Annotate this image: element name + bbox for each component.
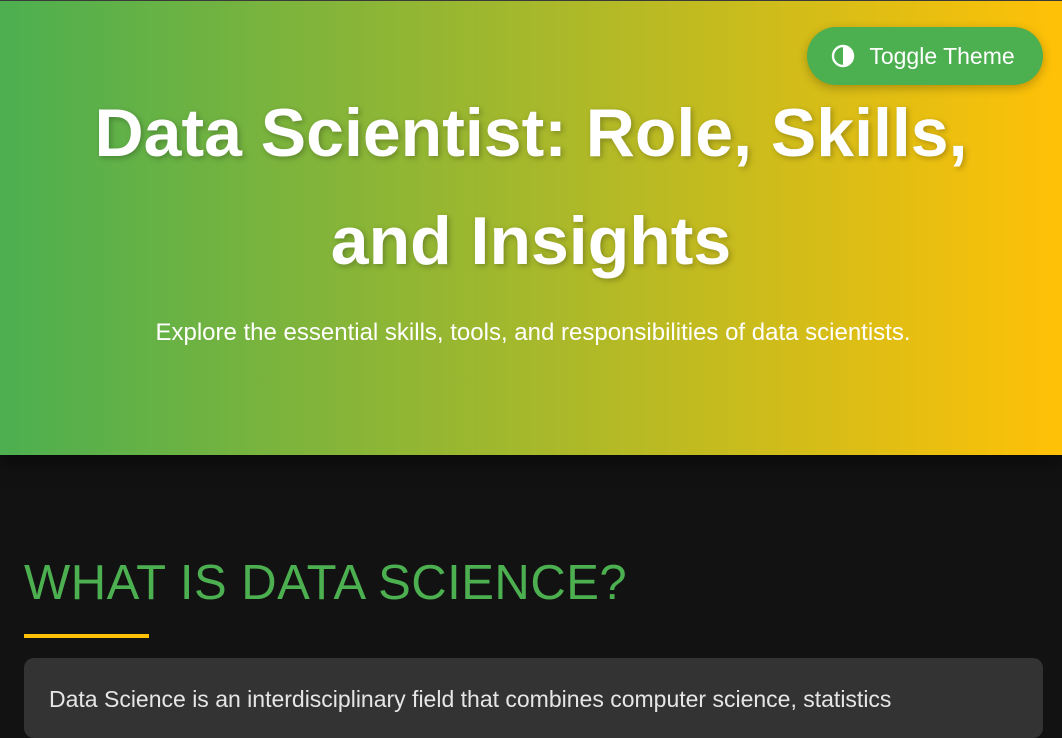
hero-header: Toggle Theme Data Scientist: Role, Skill… [0, 0, 1062, 455]
main-content: WHAT IS DATA SCIENCE? Data Science is an… [0, 455, 1062, 738]
contrast-icon [831, 44, 855, 68]
section-heading: WHAT IS DATA SCIENCE? [24, 556, 628, 610]
toggle-theme-label: Toggle Theme [869, 42, 1015, 69]
page-title: Data Scientist: Role, Skills, and Insigh… [94, 95, 968, 279]
heading-underline [24, 634, 149, 638]
toggle-theme-button[interactable]: Toggle Theme [807, 27, 1043, 85]
card-text: Data Science is an interdisciplinary fie… [49, 686, 892, 712]
page-subtitle: Explore the essential skills, tools, and… [155, 319, 911, 346]
info-card: Data Science is an interdisciplinary fie… [24, 658, 1043, 738]
